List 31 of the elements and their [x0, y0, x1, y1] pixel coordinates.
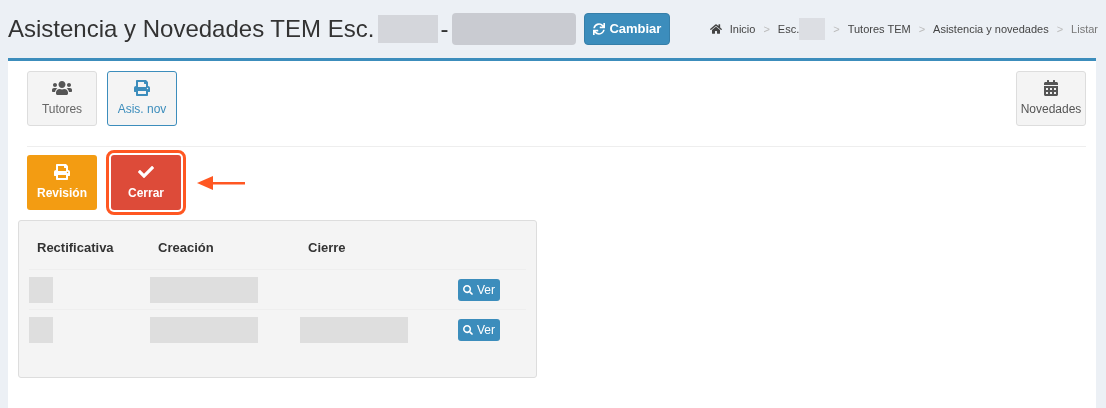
- breadcrumb-item[interactable]: Inicio: [729, 20, 756, 38]
- tab[interactable]: Tutores: [27, 71, 97, 126]
- breadcrumb-item[interactable]: Tutores TEM: [847, 20, 911, 38]
- redacted-block: [378, 15, 439, 43]
- column-header: Creación: [158, 239, 215, 258]
- check-icon: [138, 163, 154, 180]
- search-icon: [463, 284, 473, 295]
- breadcrumb-separator: >: [1056, 21, 1064, 37]
- change-button[interactable]: Cambiar: [584, 13, 671, 45]
- refresh-icon: [593, 23, 606, 35]
- breadcrumb-item[interactable]: Esc.: [777, 20, 800, 38]
- users-icon: [52, 79, 72, 96]
- tab[interactable]: Asis. nov: [107, 71, 177, 126]
- search-icon: [463, 324, 473, 335]
- breadcrumb-separator: >: [763, 21, 770, 37]
- view-button[interactable]: Ver: [458, 318, 500, 341]
- breadcrumb-item: Listar: [1071, 21, 1098, 37]
- column-header: Rectificativa: [37, 239, 115, 258]
- title-separator: -: [440, 14, 449, 44]
- column-header: Cierre: [308, 239, 347, 258]
- printer-icon: [132, 79, 152, 96]
- view-button[interactable]: Ver: [458, 278, 500, 301]
- breadcrumb-separator: >: [918, 21, 926, 37]
- home-icon: [709, 23, 722, 35]
- breadcrumb-separator: >: [833, 21, 840, 37]
- page-title: Asistencia y Novedades TEM Esc.: [8, 14, 375, 44]
- printer-icon: [54, 163, 70, 180]
- novedades-button[interactable]: Novedades: [1016, 71, 1086, 126]
- calendar-icon: [1043, 79, 1059, 96]
- breadcrumb-item[interactable]: Asistencia y novedades: [933, 20, 1049, 38]
- annotation-arrow: [197, 175, 245, 190]
